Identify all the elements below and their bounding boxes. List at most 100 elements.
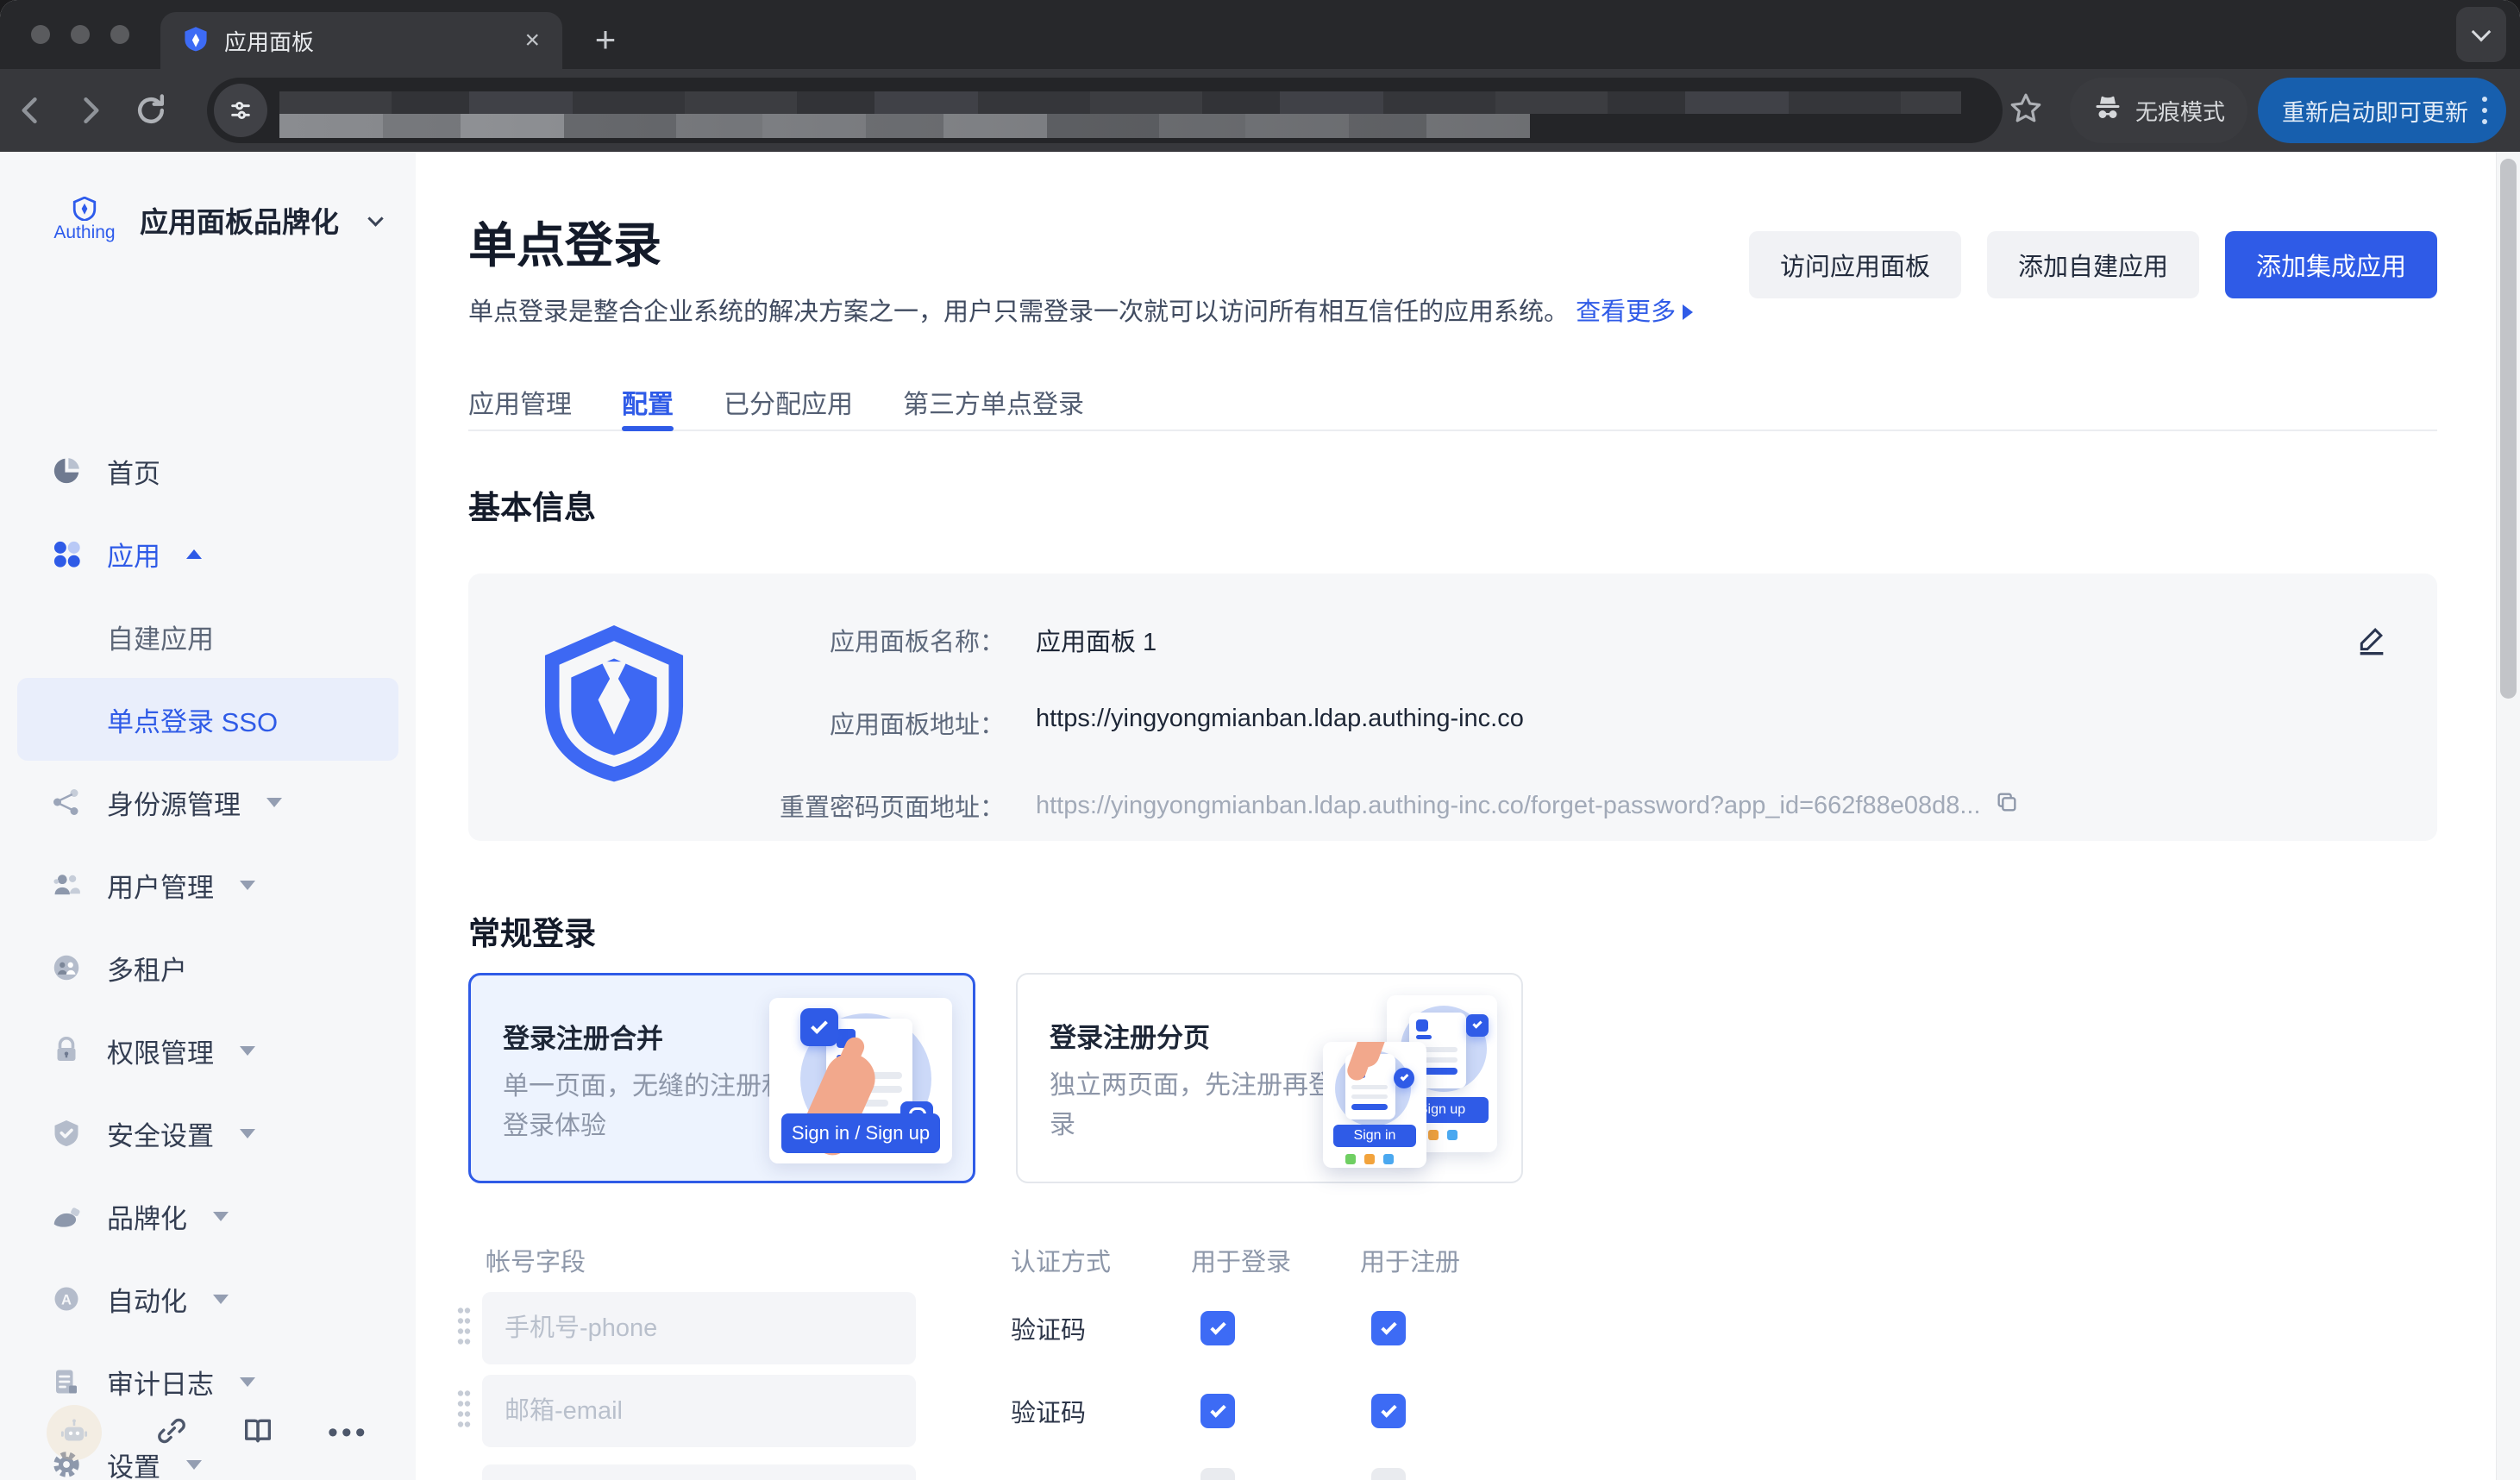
reset-password-url-value: https://yingyongmianban.ldap.authing-inc… bbox=[1036, 792, 1981, 820]
svg-text:A: A bbox=[61, 1292, 72, 1308]
tab-third-party-sso[interactable]: 第三方单点登录 bbox=[903, 383, 1084, 430]
chevron-down-icon bbox=[240, 1046, 255, 1056]
sidebar-footer: ••• bbox=[0, 1385, 416, 1480]
scrollbar-thumb[interactable] bbox=[2500, 159, 2517, 699]
browser-window: 应用面板 × + 无痕模式 重新启动即可更新 bbox=[0, 0, 2520, 1480]
forward-icon[interactable] bbox=[60, 91, 121, 129]
chevron-down-icon bbox=[266, 798, 282, 807]
account-field-input-partial[interactable] bbox=[482, 1464, 916, 1480]
sidebar-item-label: 单点登录 SSO bbox=[107, 700, 278, 739]
tab-app-management[interactable]: 应用管理 bbox=[468, 383, 572, 430]
option-description: 单一页面，无缝的注册和登录体验 bbox=[503, 1067, 787, 1146]
drag-handle-icon[interactable] bbox=[457, 1308, 471, 1350]
sidebar-item-apps[interactable]: 应用 bbox=[0, 512, 416, 595]
browser-tab-strip: 应用面板 × + bbox=[0, 0, 2520, 69]
checkbox-register-checked[interactable] bbox=[1371, 1311, 1406, 1345]
reset-password-url-label: 重置密码页面地址： bbox=[522, 787, 1005, 824]
page-tabs: 应用管理 配置 已分配应用 第三方单点登录 bbox=[468, 383, 2437, 431]
col-used-for-register: 用于注册 bbox=[1360, 1242, 1460, 1278]
panel-url-label: 应用面板地址： bbox=[522, 705, 1005, 741]
visit-app-panel-button[interactable]: 访问应用面板 bbox=[1749, 231, 1961, 298]
option-merged-login-card[interactable]: 登录注册合并 单一页面，无缝的注册和登录体验 Sign in / Sign up bbox=[468, 973, 975, 1183]
pie-chart-icon bbox=[48, 455, 85, 487]
workspace-title: 应用面板品牌化 bbox=[140, 199, 339, 241]
sidebar-item-multi-tenant[interactable]: 多租户 bbox=[0, 926, 416, 1009]
drag-handle-icon[interactable] bbox=[457, 1390, 471, 1433]
page-description: 单点登录是整合企业系统的解决方案之一，用户只需登录一次就可以访问所有相互信任的应… bbox=[468, 292, 1693, 328]
tab-close-icon[interactable]: × bbox=[524, 28, 540, 53]
docs-book-icon[interactable] bbox=[241, 1414, 275, 1452]
account-field-input-phone[interactable] bbox=[482, 1292, 916, 1364]
browser-tab[interactable]: 应用面板 × bbox=[160, 12, 562, 69]
sidebar-nav: 首页 应用 自建应用 单点登录 SSO 身份源管理 bbox=[0, 430, 416, 1480]
col-used-for-login: 用于登录 bbox=[1191, 1242, 1291, 1278]
url-bar[interactable] bbox=[207, 78, 2003, 143]
sidebar-item-identity-sources[interactable]: 身份源管理 bbox=[0, 761, 416, 843]
table-row-email: 验证码 bbox=[416, 1375, 1537, 1447]
basic-info-section-title: 基本信息 bbox=[468, 481, 596, 528]
lock-icon bbox=[48, 1035, 85, 1066]
check-badge-icon bbox=[800, 1008, 838, 1046]
reload-icon[interactable] bbox=[121, 91, 181, 129]
tab-assigned-apps[interactable]: 已分配应用 bbox=[724, 383, 853, 430]
tab-favicon-shield-icon bbox=[183, 26, 209, 56]
chevron-down-icon bbox=[240, 881, 255, 890]
sidebar-item-self-built-apps[interactable]: 自建应用 bbox=[0, 595, 416, 678]
sidebar: Authing 应用面板品牌化 首页 应用 自建应用 bbox=[0, 152, 416, 1480]
users-icon bbox=[48, 869, 85, 901]
main-content: 单点登录 单点登录是整合企业系统的解决方案之一，用户只需登录一次就可以访问所有相… bbox=[416, 152, 2520, 1480]
checkbox-unchecked-partial[interactable] bbox=[1371, 1468, 1406, 1480]
sidebar-item-sso[interactable]: 单点登录 SSO bbox=[17, 678, 398, 761]
header-actions: 访问应用面板 添加自建应用 添加集成应用 bbox=[1749, 231, 2437, 298]
bookmark-star-icon[interactable] bbox=[2008, 90, 2044, 130]
add-integrated-app-button[interactable]: 添加集成应用 bbox=[2225, 231, 2437, 298]
workspace-switcher[interactable]: Authing 应用面板品牌化 bbox=[0, 152, 416, 243]
panel-url-value: https://yingyongmianban.ldap.authing-inc… bbox=[1036, 705, 1524, 741]
option-separate-login-card[interactable]: 登录注册分页 独立两页面，先注册再登录 Sign up bbox=[1016, 973, 1523, 1183]
account-field-input-email[interactable] bbox=[482, 1375, 916, 1447]
checkbox-unchecked-partial[interactable] bbox=[1200, 1468, 1235, 1480]
checkbox-register-checked[interactable] bbox=[1371, 1394, 1406, 1428]
option-description: 独立两页面，先注册再登录 bbox=[1050, 1066, 1334, 1145]
browser-update-button[interactable]: 重新启动即可更新 bbox=[2258, 78, 2506, 143]
table-row-phone: 验证码 bbox=[416, 1292, 1537, 1364]
checkbox-login-checked[interactable] bbox=[1200, 1311, 1235, 1345]
redacted-url-text bbox=[279, 114, 1530, 138]
sidebar-item-user-management[interactable]: 用户管理 bbox=[0, 843, 416, 926]
arrow-right-icon bbox=[1683, 304, 1693, 320]
login-mode-options: 登录注册合并 单一页面，无缝的注册和登录体验 Sign in / Sign up bbox=[468, 973, 1523, 1183]
site-settings-tune-icon[interactable] bbox=[214, 84, 267, 137]
assistant-robot-icon[interactable] bbox=[47, 1405, 102, 1460]
col-account-field: 帐号字段 bbox=[486, 1242, 586, 1278]
sidebar-item-label: 多租户 bbox=[107, 949, 187, 988]
chevron-down-icon bbox=[240, 1129, 255, 1138]
sidebar-item-branding[interactable]: 品牌化 bbox=[0, 1175, 416, 1257]
sidebar-item-security[interactable]: 安全设置 bbox=[0, 1092, 416, 1175]
tab-search-chevron-button[interactable] bbox=[2456, 7, 2506, 62]
table-row-partial bbox=[416, 1464, 1537, 1480]
see-more-link[interactable]: 查看更多 bbox=[1576, 298, 1676, 326]
page-description-text: 单点登录是整合企业系统的解决方案之一，用户只需登录一次就可以访问所有相互信任的应… bbox=[468, 298, 1569, 326]
sidebar-item-permissions[interactable]: 权限管理 bbox=[0, 1009, 416, 1092]
scrollbar-track[interactable] bbox=[2496, 152, 2520, 1480]
back-icon[interactable] bbox=[0, 91, 60, 129]
sign-in-sign-up-button-illustration: Sign in / Sign up bbox=[781, 1113, 940, 1153]
tenants-icon bbox=[48, 951, 85, 984]
sidebar-item-label: 权限管理 bbox=[107, 1032, 214, 1070]
checkbox-login-checked[interactable] bbox=[1200, 1394, 1235, 1428]
window-controls[interactable] bbox=[31, 25, 129, 44]
tab-configuration[interactable]: 配置 bbox=[622, 383, 674, 430]
copy-icon[interactable] bbox=[1995, 790, 2019, 821]
redacted-url-text bbox=[279, 91, 1961, 114]
automation-icon: A bbox=[48, 1283, 85, 1314]
new-tab-button[interactable]: + bbox=[583, 17, 628, 62]
sidebar-item-home[interactable]: 首页 bbox=[0, 430, 416, 512]
edit-pencil-icon[interactable] bbox=[2354, 622, 2389, 661]
link-icon[interactable] bbox=[154, 1414, 189, 1452]
browser-menu-kebab-icon[interactable] bbox=[2482, 97, 2487, 124]
more-ellipsis-icon[interactable]: ••• bbox=[328, 1416, 369, 1450]
sidebar-item-automation[interactable]: A 自动化 bbox=[0, 1257, 416, 1340]
sign-in-button-illustration: Sign in bbox=[1333, 1125, 1416, 1147]
add-self-built-app-button[interactable]: 添加自建应用 bbox=[1987, 231, 2199, 298]
share-icon bbox=[48, 787, 85, 818]
